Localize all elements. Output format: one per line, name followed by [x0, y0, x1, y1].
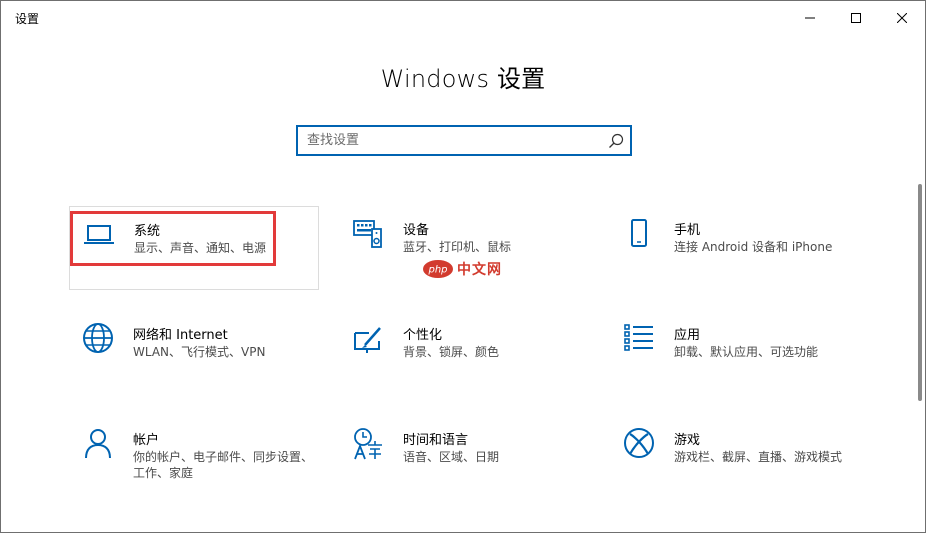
tile-accounts[interactable]: 帐户 你的帐户、电子邮件、同步设置、工作、家庭: [69, 416, 319, 500]
tile-accounts-title: 帐户: [133, 433, 160, 448]
search-box[interactable]: [296, 125, 632, 156]
tile-network-desc: WLAN、飞行模式、VPN: [133, 345, 266, 359]
tile-apps[interactable]: 应用 卸载、默认应用、可选功能: [610, 311, 860, 395]
minimize-button[interactable]: [787, 1, 833, 34]
maximize-button[interactable]: [833, 1, 879, 34]
close-icon: [897, 12, 907, 23]
tile-time-language-title: 时间和语言: [403, 433, 469, 448]
tile-phone[interactable]: 手机 连接 Android 设备和 iPhone: [610, 206, 860, 290]
tile-personalization-title: 个性化: [403, 328, 443, 343]
tile-apps-title: 应用: [674, 328, 701, 343]
tile-accounts-desc: 你的帐户、电子邮件、同步设置、工作、家庭: [133, 450, 314, 480]
page-title: Windows 设置: [380, 65, 546, 93]
minimize-icon: [805, 17, 815, 18]
watermark-text: 中文网: [457, 262, 502, 278]
tile-gaming-title: 游戏: [674, 433, 701, 448]
tile-network[interactable]: 网络和 Internet WLAN、飞行模式、VPN: [69, 311, 319, 395]
paint-brush-icon: [354, 327, 381, 353]
svg-text:php: php: [427, 265, 447, 276]
settings-window: 设置 Windows 设置 系统 显示、声音、通知、电源: [0, 0, 926, 533]
title-bar[interactable]: 设置: [1, 1, 925, 34]
watermark: php 中文网: [422, 258, 502, 280]
tile-phone-title: 手机: [674, 223, 701, 238]
xbox-icon: [624, 428, 654, 458]
tile-personalization-desc: 背景、锁屏、颜色: [403, 345, 500, 359]
tile-gaming-desc: 游戏栏、截屏、直播、游戏模式: [674, 450, 843, 464]
tile-personalization[interactable]: 个性化 背景、锁屏、颜色: [339, 311, 589, 395]
tile-devices-desc: 蓝牙、打印机、鼠标: [403, 240, 512, 254]
tile-gaming[interactable]: 游戏 游戏栏、截屏、直播、游戏模式: [610, 416, 860, 500]
close-button[interactable]: [879, 1, 925, 34]
apps-list-icon: [624, 324, 653, 351]
keyboard-speaker-icon: [353, 220, 382, 248]
tile-devices-title: 设备: [403, 223, 430, 238]
tile-time-language-desc: 语音、区域、日期: [403, 450, 500, 464]
highlight-annotation: [70, 211, 276, 266]
person-icon: [85, 429, 111, 459]
tile-network-title: 网络和 Internet: [133, 328, 228, 343]
tile-apps-desc: 卸载、默认应用、可选功能: [674, 345, 819, 359]
phone-icon: [631, 219, 647, 247]
tile-phone-desc: 连接 Android 设备和 iPhone: [674, 240, 833, 254]
search-icon[interactable]: [607, 132, 625, 150]
window-title: 设置: [15, 12, 40, 26]
php-logo-icon: php: [423, 260, 453, 278]
maximize-icon: [851, 12, 861, 23]
search-input[interactable]: [298, 127, 598, 154]
time-language-icon: [354, 428, 382, 460]
globe-icon: [83, 323, 113, 353]
scrollbar[interactable]: [918, 184, 922, 401]
tile-time-language[interactable]: 时间和语言 语音、区域、日期: [339, 416, 589, 500]
